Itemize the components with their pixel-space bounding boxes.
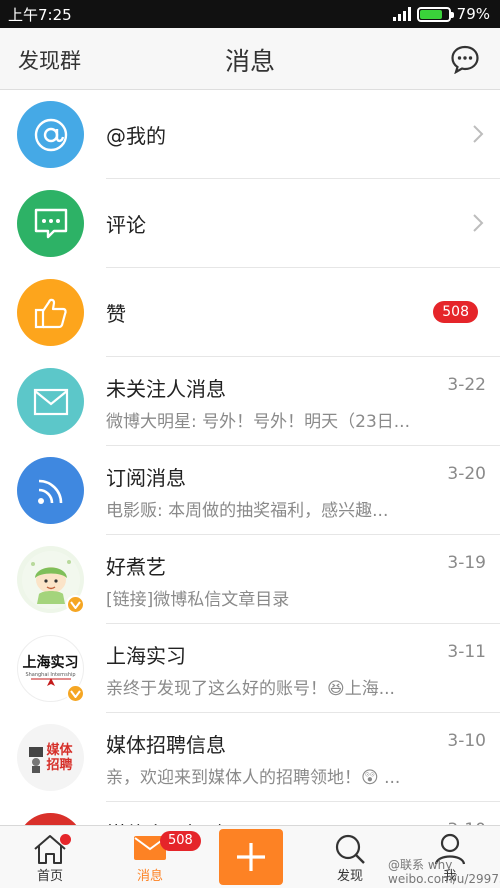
thumbs-up-icon — [17, 279, 84, 346]
battery-icon — [416, 6, 454, 22]
chevron-right-icon — [473, 214, 484, 232]
item-title: 上海实习 — [106, 644, 186, 668]
verified-badge-icon — [66, 684, 85, 703]
messages-badge: 508 — [160, 831, 201, 851]
avatar-logo-text: 媒体招聘 — [46, 742, 73, 773]
item-date: 3-19 — [447, 553, 486, 573]
search-icon — [335, 834, 365, 864]
item-preview: 电影贩: 本周做的抽奖福利，感兴趣... — [106, 501, 389, 521]
item-title: 好煮艺 — [106, 555, 166, 579]
list-item-likes[interactable]: 赞 508 — [0, 268, 500, 357]
battery-percent: 79% — [456, 5, 490, 23]
list-item-conversation[interactable]: 媒体招聘 媒体招聘信息 亲，欢迎来到媒体人的招聘领地！😲 ... 3-10 — [0, 713, 500, 802]
tab-label: 消息 — [136, 869, 163, 884]
comment-icon — [17, 190, 84, 257]
item-title: 赞 — [106, 302, 126, 326]
screen: 上午7:25 79% 发现群 消息 @我的 评论 赞 508 未关注人消息 微博… — [0, 0, 500, 888]
camera-person-icon — [28, 746, 43, 773]
list-item-conversation[interactable]: 好煮艺 [链接]微博私信文章目录 3-19 — [0, 535, 500, 624]
item-preview: 亲终于发现了这么好的账号！😆上海... — [106, 679, 395, 699]
tab-discover[interactable]: 发现 — [300, 826, 400, 888]
watermark: @联系 why weibo.com/u/2997381820 — [388, 858, 500, 886]
tab-home[interactable]: 首页 — [0, 826, 100, 888]
status-time: 上午7:25 — [8, 5, 72, 24]
item-date: 3-20 — [447, 464, 486, 484]
tab-label: 首页 — [36, 869, 63, 884]
mail-icon — [17, 368, 84, 435]
list-item-conversation[interactable]: 上海实习 Shanghai Internship 上海实习 亲终于发现了这么好的… — [0, 624, 500, 713]
compose-button[interactable] — [219, 829, 283, 885]
chat-bubble-icon[interactable] — [450, 44, 480, 75]
item-date: 3-10 — [447, 731, 486, 751]
tab-label: 发现 — [336, 869, 363, 884]
rss-icon — [17, 457, 84, 524]
avatar-logo-text: 上海实习 — [22, 654, 79, 671]
item-date: 3-11 — [447, 642, 486, 662]
item-preview: 亲，欢迎来到媒体人的招聘领地！😲 ... — [106, 768, 401, 788]
message-list: @我的 评论 赞 508 未关注人消息 微博大明星: 号外！号外！明天（23日.… — [0, 90, 500, 888]
unread-badge: 508 — [433, 301, 478, 323]
item-title: 媒体招聘信息 — [106, 733, 226, 757]
status-bar: 上午7:25 79% — [0, 0, 500, 28]
signal-icon — [392, 7, 411, 21]
item-title: 评论 — [106, 213, 146, 237]
at-icon — [17, 101, 84, 168]
tab-bar: 首页 消息 508 发现 我 @联系 why weibo.com/u/2997 — [0, 825, 500, 888]
list-item-mentions[interactable]: @我的 — [0, 90, 500, 179]
ribbon-icon — [30, 677, 71, 686]
plus-icon — [237, 843, 265, 871]
notification-dot — [60, 834, 71, 845]
verified-badge-icon — [66, 595, 85, 614]
avatar: 媒体招聘 — [17, 724, 84, 791]
page-title: 消息 — [224, 47, 275, 76]
nav-bar: 发现群 消息 — [0, 28, 500, 90]
item-date: 3-22 — [447, 375, 486, 395]
item-preview: 微博大明星: 号外！号外！明天（23日... — [106, 412, 410, 432]
chevron-right-icon — [473, 125, 484, 143]
item-title: @我的 — [106, 124, 166, 148]
list-item-stranger-messages[interactable]: 未关注人消息 微博大明星: 号外！号外！明天（23日... 3-22 — [0, 357, 500, 446]
list-item-comments[interactable]: 评论 — [0, 179, 500, 268]
list-item-subscriptions[interactable]: 订阅消息 电影贩: 本周做的抽奖福利，感兴趣... 3-20 — [0, 446, 500, 535]
item-title: 未关注人消息 — [106, 377, 226, 401]
item-title: 订阅消息 — [106, 466, 186, 490]
item-preview: [链接]微博私信文章目录 — [106, 590, 290, 610]
